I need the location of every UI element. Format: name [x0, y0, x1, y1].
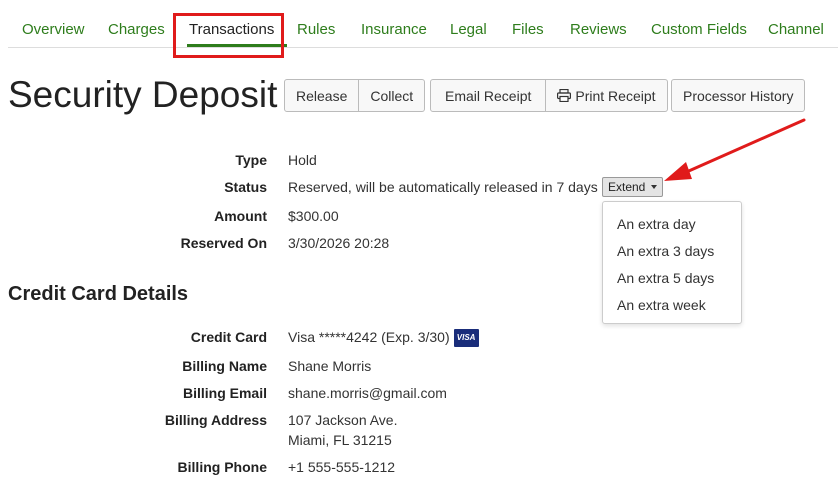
page-title: Security Deposit	[8, 74, 278, 115]
receipt-group: Email Receipt Print Receipt	[430, 79, 668, 112]
release-collect-group: Release Collect	[284, 79, 426, 112]
processor-history-button[interactable]: Processor History	[671, 79, 806, 112]
type-label: Type	[235, 152, 267, 168]
billing-address-line2: Miami, FL 31215	[288, 432, 392, 448]
caret-down-icon	[651, 185, 658, 189]
amount-value: $300.00	[288, 208, 339, 224]
billing-name-label: Billing Name	[182, 358, 267, 374]
amount-label: Amount	[214, 208, 267, 224]
billing-email-value: shane.morris@gmail.com	[288, 385, 447, 401]
extend-option-5-days[interactable]: An extra 5 days	[617, 270, 714, 286]
credit-card-value-row: Visa *****4242 (Exp. 3/30) VISA	[288, 329, 479, 348]
billing-email-label: Billing Email	[182, 385, 267, 401]
status-value: Reserved, will be automatically released…	[288, 179, 598, 195]
tab-files[interactable]: Files	[512, 21, 544, 38]
processor-history-group: Processor History	[671, 79, 806, 112]
tab-custom-fields[interactable]: Custom Fields	[651, 21, 747, 38]
annotation-highlight-box	[173, 13, 284, 58]
tab-overview[interactable]: Overview	[22, 21, 85, 38]
printer-icon	[557, 89, 572, 102]
collect-button[interactable]: Collect	[359, 79, 426, 112]
tab-legal[interactable]: Legal	[450, 21, 487, 38]
visa-card-icon: VISA	[453, 329, 479, 348]
extend-option-day[interactable]: An extra day	[617, 216, 696, 232]
tab-channel[interactable]: Channel	[768, 21, 824, 38]
credit-card-value: Visa *****4242 (Exp. 3/30)	[288, 329, 450, 345]
extend-option-week[interactable]: An extra week	[617, 297, 706, 313]
status-label: Status	[224, 179, 267, 195]
type-value: Hold	[288, 152, 317, 168]
email-receipt-button[interactable]: Email Receipt	[430, 79, 547, 112]
extend-option-3-days[interactable]: An extra 3 days	[617, 243, 714, 259]
annotation-arrow-icon	[664, 118, 806, 181]
billing-phone-value: +1 555-555-1212	[288, 459, 396, 475]
tab-reviews[interactable]: Reviews	[570, 21, 627, 38]
print-receipt-button[interactable]: Print Receipt	[546, 79, 668, 112]
tab-charges[interactable]: Charges	[108, 21, 165, 38]
tab-insurance[interactable]: Insurance	[361, 21, 427, 38]
tab-bar: Overview Charges Transactions Rules Insu…	[8, 0, 838, 48]
credit-card-label: Credit Card	[190, 329, 267, 345]
extend-label: Extend	[608, 180, 646, 194]
print-receipt-label: Print Receipt	[575, 87, 656, 104]
extend-dropdown-button[interactable]: Extend	[602, 177, 663, 197]
billing-phone-label: Billing Phone	[177, 459, 267, 475]
reserved-on-value: 3/30/2026 20:28	[288, 235, 390, 251]
reserved-on-label: Reserved On	[180, 235, 267, 251]
release-button[interactable]: Release	[284, 79, 360, 112]
billing-name-value: Shane Morris	[288, 358, 372, 374]
credit-card-section-title: Credit Card Details	[8, 283, 189, 305]
billing-address-label: Billing Address	[164, 412, 267, 428]
billing-address-line1: 107 Jackson Ave.	[288, 412, 398, 428]
tab-rules[interactable]: Rules	[297, 21, 335, 38]
extend-dropdown-menu: An extra day An extra 3 days An extra 5 …	[602, 201, 742, 324]
